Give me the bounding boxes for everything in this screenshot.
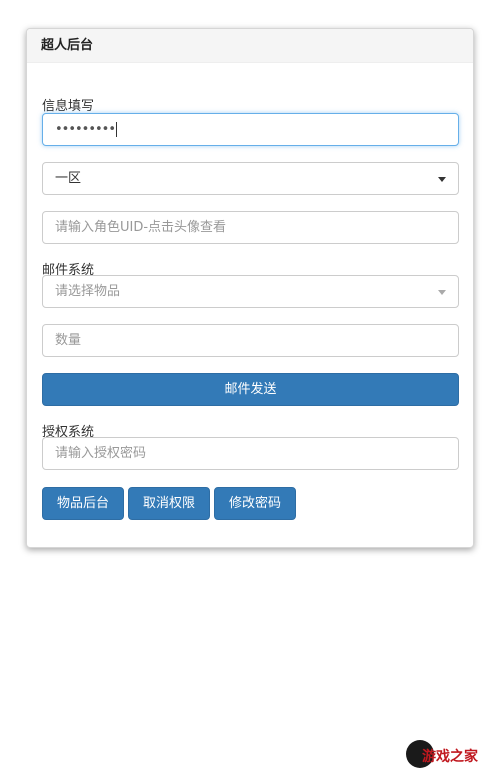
revoke-permission-button[interactable]: 取消权限 [128,487,210,520]
panel-title: 超人后台 [27,29,473,63]
quantity-input[interactable]: 数量 [42,324,459,357]
region-select[interactable]: 一区 [42,162,459,195]
chevron-down-icon [438,290,446,295]
chevron-down-icon [438,177,446,182]
region-selected-value: 一区 [55,171,82,186]
password-input[interactable]: ••••••••• [42,113,459,146]
change-password-button[interactable]: 修改密码 [214,487,296,520]
quantity-placeholder: 数量 [55,333,82,348]
item-placeholder: 请选择物品 [55,284,121,299]
send-mail-button[interactable]: 邮件发送 [42,373,459,406]
text-cursor [116,122,118,137]
auth-password-placeholder: 请输入授权密码 [55,446,147,461]
uid-placeholder: 请输入角色UID-点击头像查看 [55,220,227,235]
password-value: ••••••••• [55,122,116,137]
site-watermark-logo: 游戏之家 [406,740,478,768]
info-section-label: 信息填写 [42,99,95,114]
auth-password-input[interactable]: 请输入授权密码 [42,437,459,470]
item-select[interactable]: 请选择物品 [42,275,459,308]
admin-panel: 超人后台 信息填写 ••••••••• 一区 请输入角色UID-点击头像查看 邮… [26,28,474,548]
items-admin-button[interactable]: 物品后台 [42,487,124,520]
watermark-text: 游戏之家 [422,749,478,765]
uid-input[interactable]: 请输入角色UID-点击头像查看 [42,211,459,244]
